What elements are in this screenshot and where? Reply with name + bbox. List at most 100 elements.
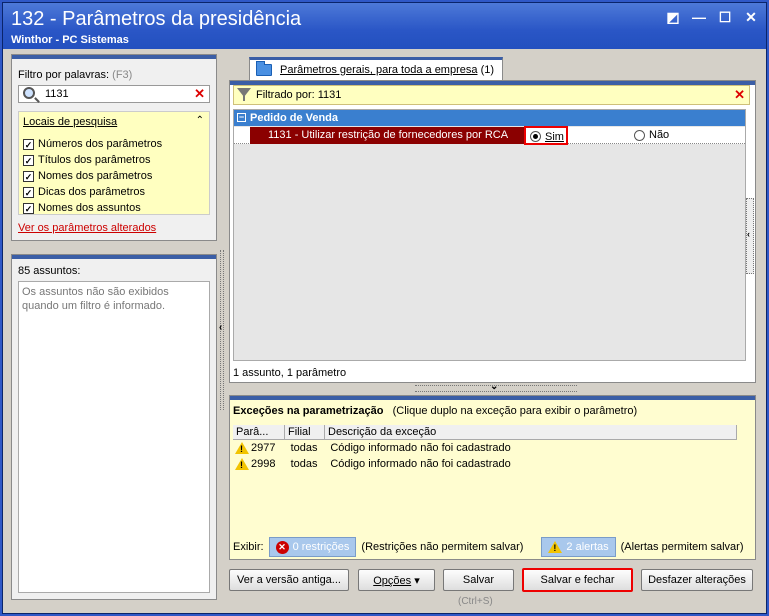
- table-header: Parâ... Filial Descrição da exceção: [233, 425, 737, 440]
- warning-icon: [235, 442, 249, 454]
- checkbox-titulos[interactable]: ✓ Títulos dos parâmetros: [23, 152, 162, 168]
- minimize-icon[interactable]: —: [692, 9, 706, 26]
- save-and-close-label: Salvar e fechar: [540, 574, 615, 586]
- column-header-desc[interactable]: Descrição da exceção: [325, 425, 737, 439]
- chevron-left-icon[interactable]: ‹: [219, 322, 222, 333]
- checkbox-label: Nomes dos parâmetros: [38, 170, 153, 182]
- checkbox-label: Nomes dos assuntos: [38, 202, 141, 214]
- restrictions-count: 0 restrições: [292, 541, 350, 553]
- radio-sim-label: Sim: [545, 130, 564, 143]
- table-row[interactable]: 2977 todas Código informado não foi cada…: [233, 440, 733, 456]
- vertical-splitter[interactable]: ‹: [219, 250, 225, 410]
- checkbox-numeros[interactable]: ✓ Números dos parâmetros: [23, 136, 162, 152]
- warning-icon: [548, 541, 563, 553]
- checkbox-nomes[interactable]: ✓ Nomes dos parâmetros: [23, 168, 162, 184]
- tab-parametros-gerais[interactable]: Parâmetros gerais, para toda a empresa (…: [249, 57, 503, 81]
- exceptions-title-text: Exceções na parametrização: [233, 405, 384, 417]
- window-controls: ◩ — ☐ ✕: [666, 9, 758, 26]
- exceptions-panel: Exceções na parametrização (Clique duplo…: [229, 395, 756, 560]
- column-header-filial[interactable]: Filial: [285, 425, 325, 439]
- search-locations-title: Locais de pesquisa: [23, 116, 117, 128]
- check-icon[interactable]: ✓: [23, 154, 34, 166]
- title-bar: 132 - Parâmetros da presidência Winthor …: [3, 3, 766, 49]
- options-label: Opções: [373, 575, 412, 587]
- right-panel-handle[interactable]: ‹: [746, 198, 754, 274]
- checkbox-label: Números dos parâmetros: [38, 138, 163, 150]
- chevron-down-icon[interactable]: ⌄: [490, 381, 498, 392]
- search-locations: Locais de pesquisa ⌃ ✓ Números dos parâme…: [18, 111, 210, 215]
- save-button[interactable]: Salvar: [443, 569, 514, 591]
- restrictions-toggle[interactable]: ✕ 0 restrições: [268, 537, 357, 557]
- check-icon[interactable]: ✓: [23, 170, 34, 182]
- collapse-icon[interactable]: ⌃: [196, 115, 204, 126]
- parameter-name[interactable]: 1131 - Utilizar restrição de fornecedore…: [250, 127, 524, 144]
- undo-changes-button[interactable]: Desfazer alterações: [641, 569, 753, 591]
- error-icon: ✕: [275, 540, 289, 554]
- warning-icon: [235, 458, 249, 470]
- exceptions-title: Exceções na parametrização (Clique duplo…: [233, 405, 637, 417]
- clear-filter-icon[interactable]: ✕: [734, 87, 745, 103]
- radio-nao[interactable]: Não: [634, 128, 669, 141]
- search-locations-list: ✓ Números dos parâmetros ✓ Títulos dos par…: [23, 136, 162, 216]
- row-param: 2977: [251, 442, 276, 454]
- row-param: 2998: [251, 458, 276, 470]
- clear-search-icon[interactable]: ✕: [194, 86, 205, 102]
- search-value[interactable]: 1131: [45, 88, 69, 100]
- display-label: Exibir:: [233, 541, 264, 553]
- display-filter: Exibir: ✕ 0 restrições (Restrições não p…: [233, 537, 743, 557]
- radio-nao-label: Não: [649, 129, 670, 141]
- horizontal-splitter[interactable]: ⌄: [415, 381, 577, 392]
- panel-header-bar: [12, 55, 216, 59]
- save-and-close-button[interactable]: Salvar e fechar: [522, 568, 633, 592]
- radio-selected-icon[interactable]: [530, 131, 541, 142]
- subjects-empty-message: Os assuntos não são exibidos quando um f…: [22, 286, 169, 312]
- old-version-button[interactable]: Ver a versão antiga...: [229, 569, 349, 591]
- checkbox-label: Títulos dos parâmetros: [38, 154, 151, 166]
- group-header[interactable]: − Pedido de Venda: [234, 110, 745, 126]
- subjects-list[interactable]: Os assuntos não são exibidos quando um f…: [18, 281, 210, 593]
- tab-label: Parâmetros gerais, para toda a empresa: [280, 64, 478, 76]
- old-version-label: Ver a versão antiga...: [237, 574, 341, 586]
- radio-unselected-icon[interactable]: [634, 129, 645, 141]
- search-input[interactable]: 1131 ✕: [18, 85, 210, 103]
- parameters-grid: − Pedido de Venda 1131 - Utilizar restri…: [233, 109, 746, 361]
- subjects-panel: 85 assuntos: Os assuntos não são exibido…: [11, 254, 217, 600]
- alerts-note: (Alertas permitem salvar): [620, 541, 744, 553]
- parameters-status: 1 assunto, 1 parâmetro: [233, 367, 347, 379]
- radio-sim[interactable]: Sim: [524, 126, 568, 145]
- filter-panel: Filtro por palavras: (F3) 1131 ✕ Locais …: [11, 54, 217, 241]
- exceptions-table: Parâ... Filial Descrição da exceção 2977…: [233, 425, 737, 472]
- close-icon[interactable]: ✕: [744, 9, 758, 26]
- check-icon[interactable]: ✓: [23, 186, 34, 198]
- altered-params-link[interactable]: Ver os parâmetros alterados: [18, 222, 156, 234]
- window-title: 132 - Parâmetros da presidência: [11, 8, 302, 30]
- window-subtitle: Winthor - PC Sistemas: [11, 34, 129, 46]
- restore-icon[interactable]: ◩: [666, 9, 680, 26]
- funnel-icon: [237, 88, 251, 101]
- chevron-left-icon[interactable]: ‹: [747, 229, 750, 239]
- filter-label-text: Filtro por palavras:: [18, 69, 110, 81]
- parameter-row[interactable]: 1131 - Utilizar restrição de fornecedore…: [234, 126, 745, 145]
- row-filial: todas: [290, 458, 318, 470]
- checkbox-dicas[interactable]: ✓ Dicas dos parâmetros: [23, 184, 162, 200]
- search-locations-title-text: Locais de pesquisa: [23, 116, 118, 128]
- alerts-toggle[interactable]: 2 alertas: [541, 537, 616, 557]
- maximize-icon[interactable]: ☐: [718, 9, 732, 26]
- row-filial: todas: [290, 442, 318, 454]
- checkbox-label: Dicas dos parâmetros: [38, 186, 145, 198]
- alerts-count: 2 alertas: [566, 541, 609, 553]
- table-row[interactable]: 2998 todas Código informado não foi cada…: [233, 456, 733, 472]
- filter-label: Filtro por palavras: (F3): [18, 69, 132, 81]
- check-icon[interactable]: ✓: [23, 138, 34, 150]
- check-icon[interactable]: ✓: [23, 202, 34, 214]
- save-label: Salvar: [462, 574, 495, 586]
- options-button[interactable]: Opções ▾: [358, 569, 435, 591]
- column-header-param[interactable]: Parâ...: [233, 425, 285, 439]
- row-desc: Código informado não foi cadastrado: [330, 442, 511, 454]
- group-title: Pedido de Venda: [250, 112, 339, 124]
- panel-header-bar: [12, 255, 216, 259]
- collapse-group-icon[interactable]: −: [237, 113, 246, 122]
- filter-bar-text: Filtrado por: 1131: [256, 89, 342, 101]
- checkbox-assuntos[interactable]: ✓ Nomes dos assuntos: [23, 200, 162, 216]
- filter-bar: Filtrado por: 1131 ✕: [233, 85, 750, 105]
